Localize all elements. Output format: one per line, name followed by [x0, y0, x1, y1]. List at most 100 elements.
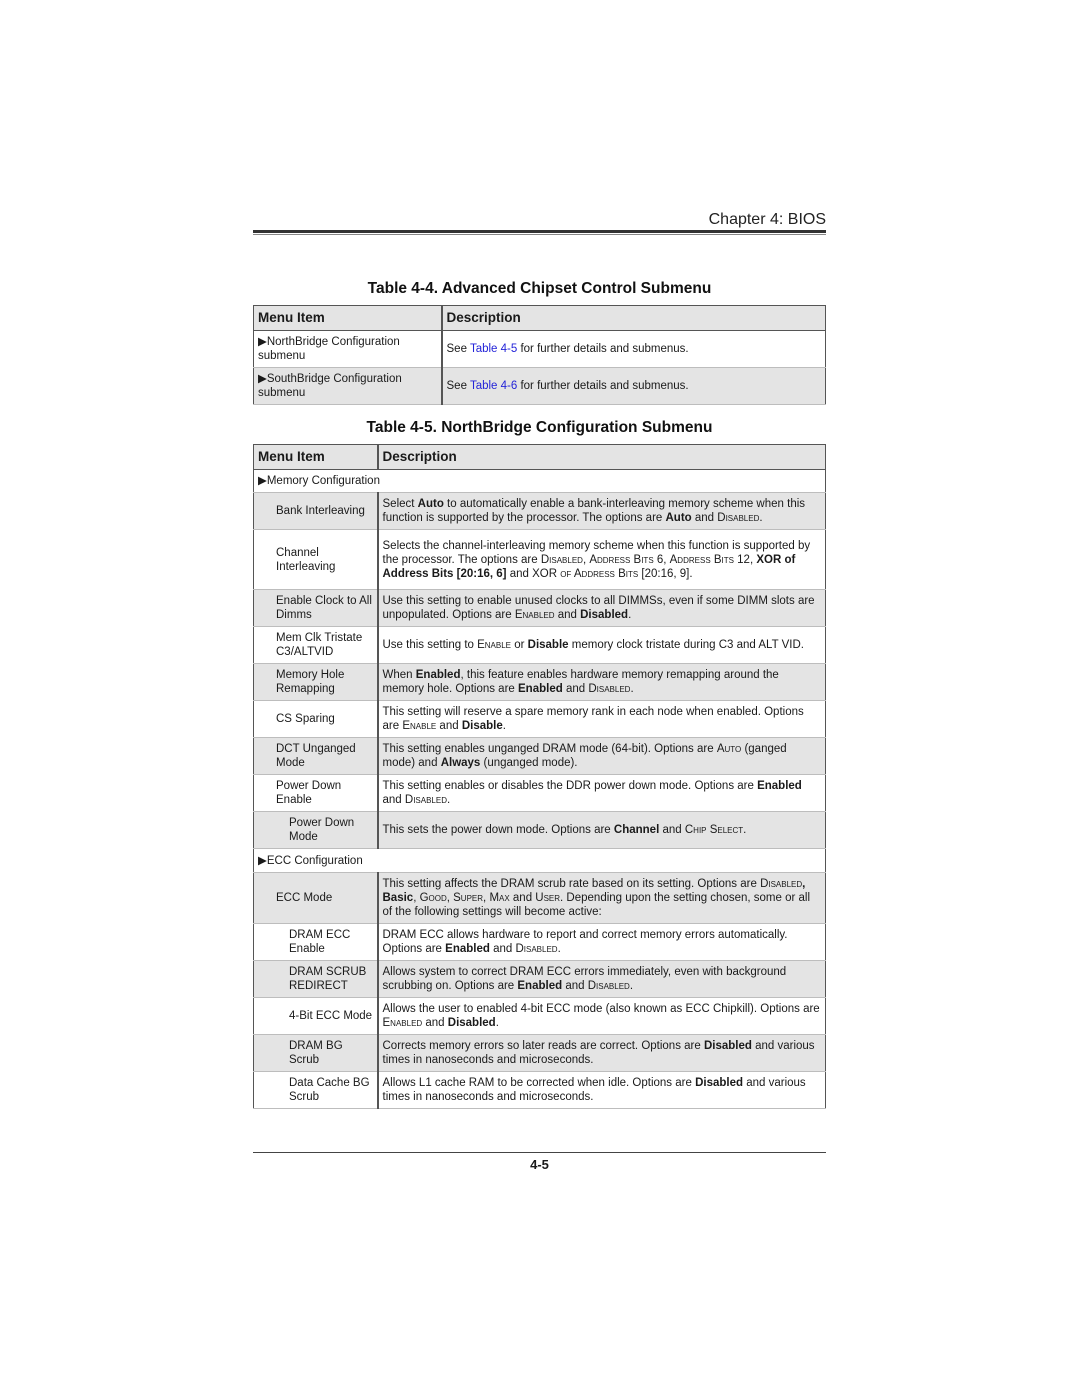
option-bold: Disabled — [695, 1077, 744, 1089]
option-bold: Disabled — [580, 609, 629, 621]
table-row: Power Down Enable This setting enables or… — [253, 774, 826, 812]
table-row: DRAM ECC Enable DRAM ECC allows hardware … — [253, 923, 826, 961]
menu-item: Power Down Mode — [253, 811, 379, 849]
row-description: Allows L1 cache RAM to be corrected when… — [377, 1071, 826, 1109]
row-description: DRAM ECC allows hardware to report and c… — [377, 923, 826, 961]
option-smallcaps: Good — [419, 892, 447, 904]
row-description: This setting enables or disables the DDR… — [377, 774, 826, 812]
option-smallcaps: Address Bits — [669, 553, 734, 566]
option-bold: Always — [440, 757, 481, 769]
description-text: . — [630, 683, 634, 695]
column-header-menu-item: Menu Item — [253, 305, 443, 331]
table-row: Bank Interleaving Select Auto to automati… — [253, 492, 826, 530]
section-memory-configuration: ▶Memory Configuration — [253, 469, 826, 493]
description-text: and — [562, 683, 589, 695]
menu-item: DRAM ECC Enable — [253, 923, 379, 961]
option-smallcaps: Disabled — [404, 794, 447, 806]
table-row: ▶SouthBridge Configuration submenu See T… — [253, 367, 826, 405]
description-text: (unganged mode). — [480, 757, 578, 769]
table-4-5: Menu Item Description ▶Memory Configurat… — [253, 444, 826, 1109]
section-ecc-configuration: ▶ECC Configuration — [253, 848, 826, 873]
description-text: This sets the power down mode. Options a… — [382, 824, 614, 836]
option-smallcaps: Super — [453, 892, 484, 904]
menu-item: ECC Mode — [253, 872, 379, 924]
row-description: Corrects memory errors so later reads ar… — [377, 1034, 826, 1072]
option-smallcaps: Enabled — [382, 1017, 423, 1029]
menu-item: CS Sparing — [253, 700, 379, 738]
description-text: . — [495, 1017, 499, 1029]
menu-item: Mem Clk Tristate C3/ALTVID — [253, 626, 379, 664]
row-description: Use this setting to enable unused clocks… — [377, 589, 826, 627]
option-smallcaps: Enable — [477, 639, 512, 651]
description-text: [20:16, 9]. — [638, 567, 693, 580]
menu-item: Power Down Enable — [253, 774, 379, 812]
row-description: When Enabled, this feature enables hardw… — [377, 663, 826, 701]
description-text: Allows the user to enabled 4-bit ECC mod… — [382, 1003, 820, 1015]
menu-item: DRAM SCRUB REDIRECT — [253, 960, 379, 998]
description-text: . — [629, 980, 634, 992]
option-bold: Disabled — [447, 1017, 496, 1029]
row-description: Use this setting to Enable or Disable me… — [377, 626, 826, 664]
menu-item-southbridge: ▶SouthBridge Configuration submenu — [253, 367, 443, 405]
footer-rule — [253, 1152, 826, 1153]
section-row-memory: ▶Memory Configuration — [253, 469, 826, 493]
description-text: DRAM ECC allows hardware to report and c… — [382, 929, 788, 955]
row-description: Selects the channel-interleaving memory … — [377, 529, 826, 590]
option-smallcaps: Disabled — [587, 980, 630, 992]
description-text: . — [628, 609, 632, 621]
page-number: 4-5 — [530, 1157, 549, 1172]
description-text: and — [489, 943, 516, 955]
table-row: Data Cache BG Scrub Allows L1 cache RAM t… — [253, 1071, 826, 1109]
description-text: and — [509, 892, 536, 904]
row-description: Select Auto to automatically enable a ba… — [377, 492, 826, 530]
table-row: Enable Clock to All Dimms Use this settin… — [253, 589, 826, 627]
description-text: and — [659, 824, 685, 836]
table-4-4-title: Table 4-4. Advanced Chipset Control Subm… — [367, 280, 712, 297]
column-header-menu-item: Menu Item — [253, 444, 379, 470]
menu-item: Memory Hole Remapping — [253, 663, 379, 701]
menu-item: 4-Bit ECC Mode — [253, 997, 379, 1035]
description-text: This setting enables or disables the DDR… — [382, 780, 758, 792]
option-smallcaps: Enable — [402, 720, 437, 732]
description-text: or — [511, 639, 528, 651]
option-smallcaps: User — [535, 892, 561, 904]
row-description: This setting enables unganged DRAM mode … — [377, 737, 826, 775]
description-text: . — [759, 512, 763, 524]
row-description: See Table 4-6 for further details and su… — [441, 367, 826, 405]
column-header-description: Description — [441, 305, 826, 331]
menu-item: DRAM BG Scrub — [253, 1034, 379, 1072]
menu-item: Enable Clock to All Dimms — [253, 589, 379, 627]
menu-item-northbridge: ▶NorthBridge Configuration submenu — [253, 330, 443, 368]
description-text: and — [436, 720, 462, 732]
description-text: and XOR — [506, 567, 561, 580]
table-4-5-link[interactable]: Table 4-5 — [470, 343, 517, 355]
table-row: Memory Hole Remapping When Enabled, this … — [253, 663, 826, 701]
table-row: DRAM SCRUB REDIRECT Allows system to corr… — [253, 960, 826, 998]
table-row: DRAM BG Scrub Corrects memory errors so l… — [253, 1034, 826, 1072]
menu-item: Data Cache BG Scrub — [253, 1071, 379, 1109]
table-4-6-link[interactable]: Table 4-6 — [470, 380, 517, 392]
row-description: Allows the user to enabled 4-bit ECC mod… — [377, 997, 826, 1035]
option-bold: Enabled — [415, 669, 461, 681]
description-text: This setting affects the DRAM scrub rate… — [382, 878, 761, 890]
table-row: 4-Bit ECC Mode Allows the user to enabled… — [253, 997, 826, 1035]
column-header-description: Description — [377, 444, 826, 470]
option-smallcaps: Disabled — [588, 683, 631, 695]
row-description: See Table 4-5 for further details and su… — [441, 330, 826, 368]
option-smallcaps: Disabled — [760, 878, 803, 890]
chapter-header: Chapter 4: BIOS — [708, 211, 826, 228]
row-description: This sets the power down mode. Options a… — [377, 811, 826, 849]
description-text: and — [422, 1017, 448, 1029]
option-bold: Enabled — [517, 980, 563, 992]
table-row: ECC Mode This setting affects the DRAM sc… — [253, 872, 826, 924]
description-text: . — [743, 824, 747, 836]
menu-item: Bank Interleaving — [253, 492, 379, 530]
description-text: 12, — [733, 553, 757, 566]
option-smallcaps: Disabled — [540, 553, 583, 566]
row-description: This setting will reserve a spare memory… — [377, 700, 826, 738]
option-smallcaps: Address Bits — [589, 553, 654, 566]
table-row: CS Sparing This setting will reserve a sp… — [253, 700, 826, 738]
description-text: and — [382, 794, 405, 806]
description-text: Use this setting to — [382, 639, 478, 651]
option-bold: Enabled — [445, 943, 490, 955]
